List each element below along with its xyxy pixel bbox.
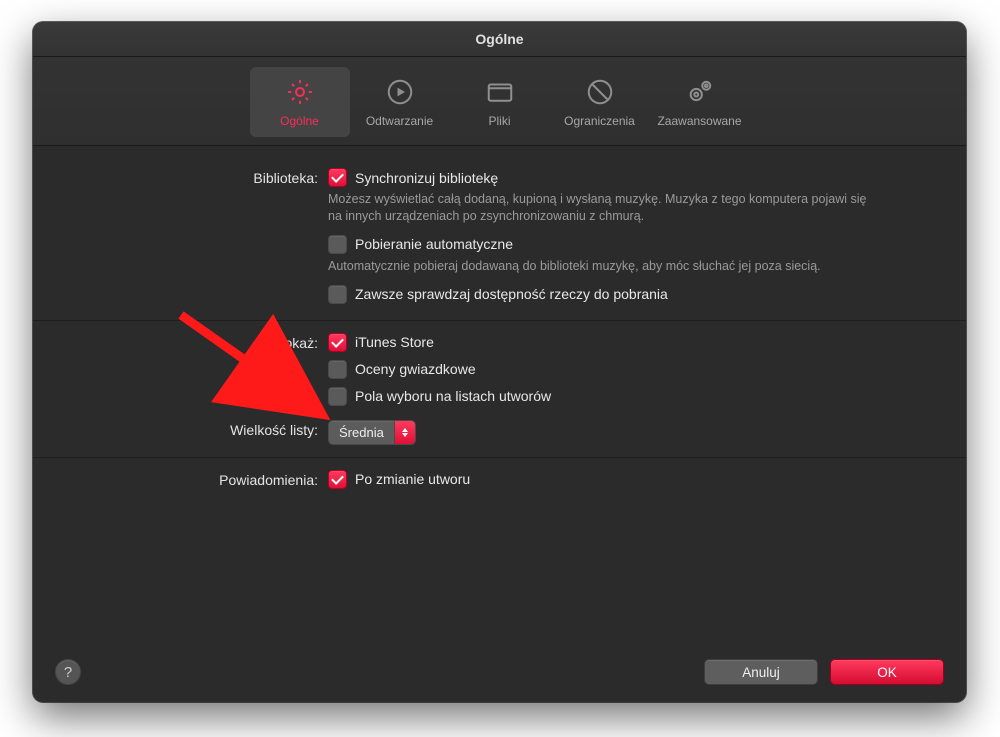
- checkbox-list-checkboxes[interactable]: [328, 387, 347, 406]
- checkbox-label: Synchronizuj bibliotekę: [355, 170, 498, 186]
- tab-playback[interactable]: Odtwarzanie: [350, 67, 450, 137]
- label-library: Biblioteka:: [63, 168, 328, 186]
- tab-advanced[interactable]: Zaawansowane: [650, 67, 750, 137]
- tab-restrictions[interactable]: Ograniczenia: [550, 67, 650, 137]
- help-button[interactable]: ?: [55, 659, 81, 685]
- label-show: Pokaż:: [63, 333, 328, 351]
- select-list-size[interactable]: Średnia: [328, 420, 416, 445]
- tab-label: Pliki: [488, 114, 510, 128]
- tab-files[interactable]: Pliki: [450, 67, 550, 137]
- checkbox-sync-library[interactable]: [328, 168, 347, 187]
- preferences-toolbar: Ogólne Odtwarzanie Pliki: [33, 57, 966, 146]
- desc-sync-library: Możesz wyświetlać całą dodaną, kupioną i…: [328, 191, 868, 225]
- titlebar: Ogólne: [33, 22, 966, 57]
- checkbox-label: Po zmianie utworu: [355, 471, 470, 487]
- preferences-window: Ogólne Ogólne Odtwarzanie: [33, 22, 966, 702]
- window-title: Ogólne: [475, 31, 523, 47]
- row-show: Pokaż: iTunes Store Oceny gwiazdkowe Pol…: [63, 333, 936, 410]
- row-notifications: Powiadomienia: Po zmianie utworu: [63, 470, 936, 493]
- label-list-size: Wielkość listy:: [63, 420, 328, 438]
- content-pane: Biblioteka: Synchronizuj bibliotekę Może…: [33, 146, 966, 493]
- checkbox-star-ratings[interactable]: [328, 360, 347, 379]
- gear-icon: [285, 77, 315, 110]
- checkbox-itunes-store[interactable]: [328, 333, 347, 352]
- checkbox-on-song-change[interactable]: [328, 470, 347, 489]
- cancel-button[interactable]: Anuluj: [704, 659, 818, 685]
- checkbox-label: Pola wyboru na listach utworów: [355, 388, 551, 404]
- select-value: Średnia: [339, 425, 384, 440]
- row-list-size: Wielkość listy: Średnia: [63, 420, 936, 445]
- label-notifications: Powiadomienia:: [63, 470, 328, 488]
- play-icon: [385, 77, 415, 110]
- tab-label: Zaawansowane: [657, 114, 741, 128]
- checkbox-label: Zawsze sprawdzaj dostępność rzeczy do po…: [355, 286, 668, 302]
- help-icon: ?: [64, 664, 72, 681]
- checkbox-auto-download[interactable]: [328, 235, 347, 254]
- button-label: OK: [877, 665, 897, 680]
- tab-label: Ograniczenia: [564, 114, 635, 128]
- checkbox-label: Pobieranie automatyczne: [355, 236, 513, 252]
- folder-icon: [485, 77, 515, 110]
- row-library: Biblioteka: Synchronizuj bibliotekę Może…: [63, 168, 936, 308]
- ok-button[interactable]: OK: [830, 659, 944, 685]
- checkbox-check-downloads[interactable]: [328, 285, 347, 304]
- restrictions-icon: [585, 77, 615, 110]
- gears-icon: [685, 77, 715, 110]
- tab-label: Ogólne: [280, 114, 319, 128]
- desc-auto-download: Automatycznie pobieraj dodawaną do bibli…: [328, 258, 868, 275]
- separator: [33, 320, 966, 321]
- button-label: Anuluj: [742, 665, 780, 680]
- footer: ? Anuluj OK: [33, 642, 966, 702]
- separator: [33, 457, 966, 458]
- tab-label: Odtwarzanie: [366, 114, 433, 128]
- checkbox-label: Oceny gwiazdkowe: [355, 361, 476, 377]
- tab-general[interactable]: Ogólne: [250, 67, 350, 137]
- checkbox-label: iTunes Store: [355, 334, 434, 350]
- stepper-arrows-icon: [395, 421, 415, 444]
